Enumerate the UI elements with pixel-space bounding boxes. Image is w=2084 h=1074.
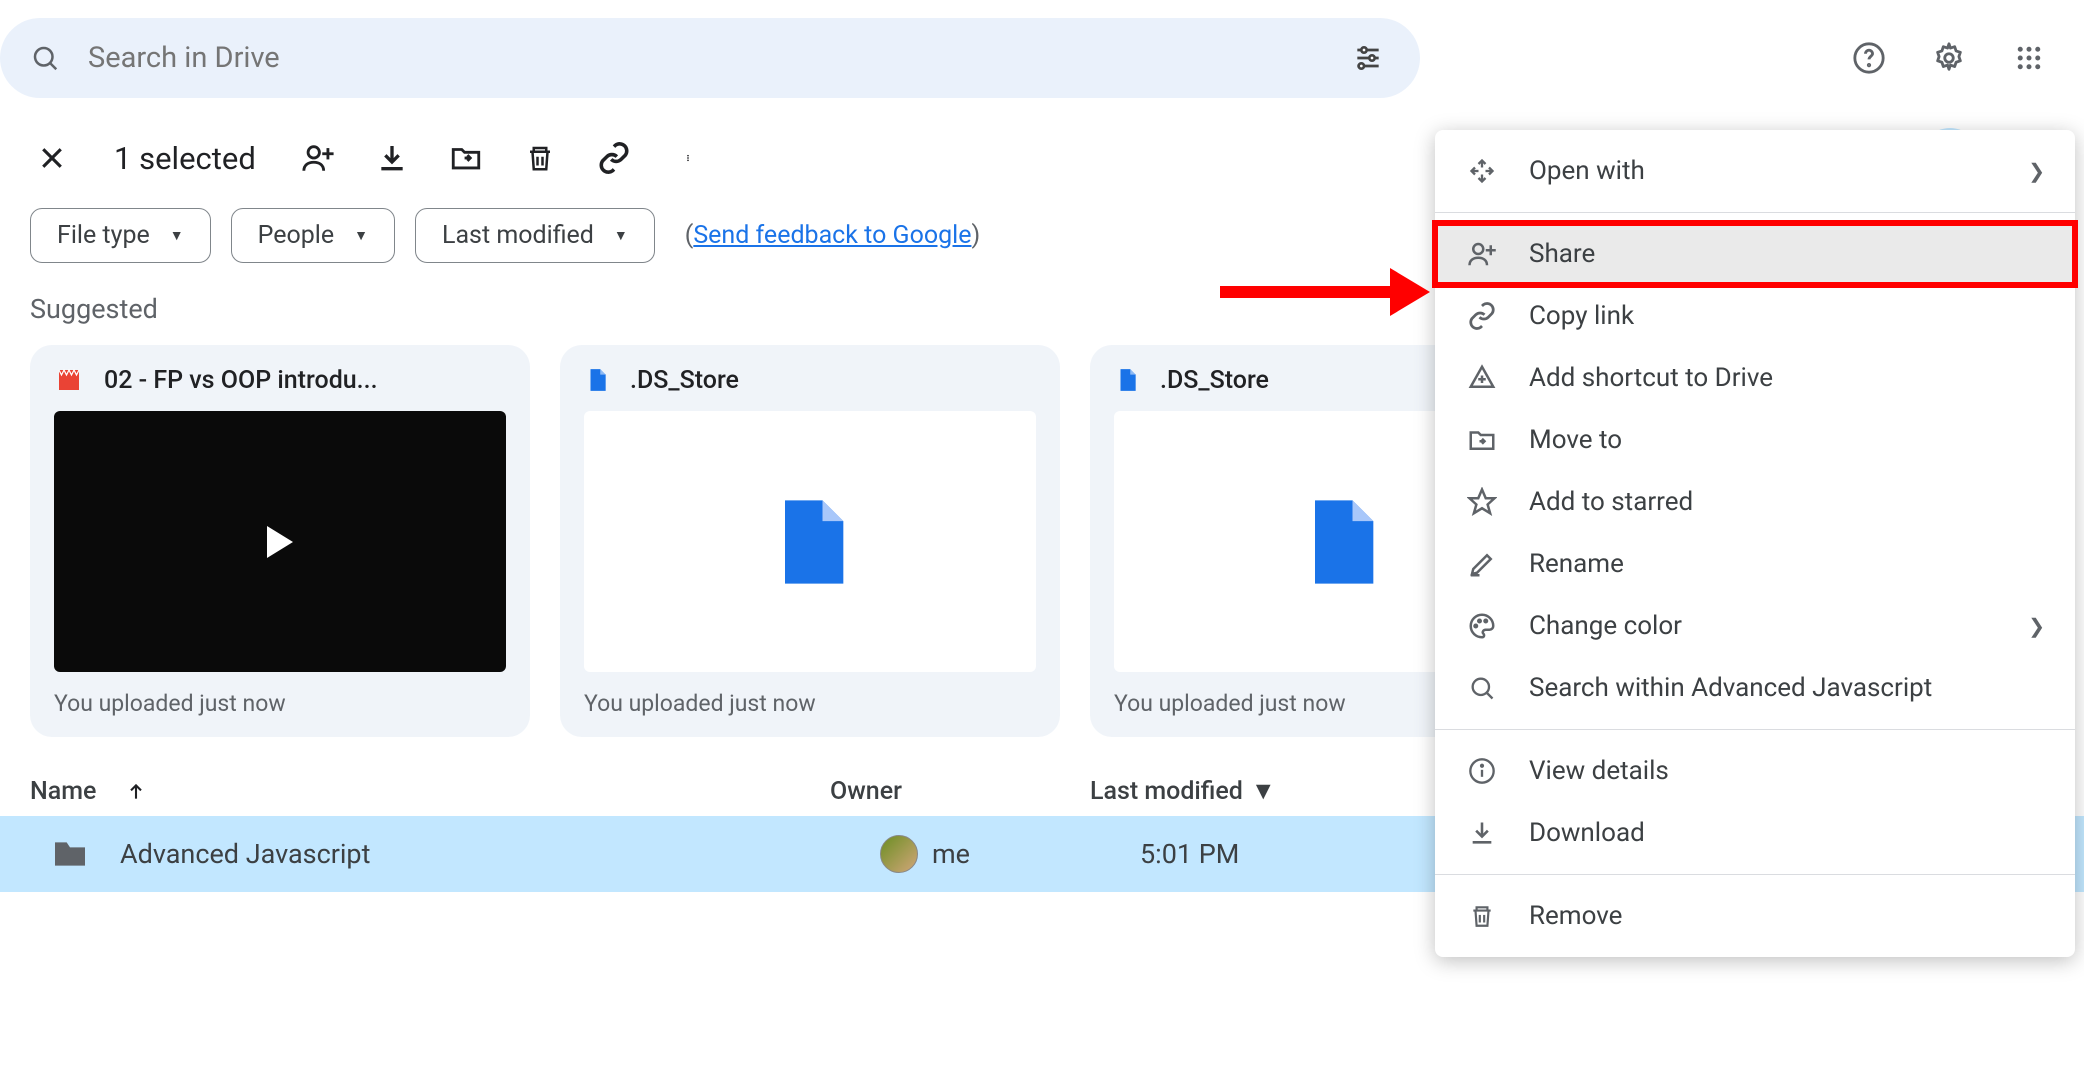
menu-label: View details [1529,756,1669,786]
menu-open-with[interactable]: Open with ❯ [1435,140,2075,202]
col-name-label: Name [30,777,96,806]
more-button[interactable] [666,136,710,180]
chip-filetype-label: File type [57,221,150,250]
context-menu: Open with ❯ Share Copy link Add shortcut… [1435,130,2075,957]
menu-label: Remove [1529,901,1622,931]
menu-label: Search within Advanced Javascript [1529,673,1932,703]
rename-icon [1465,549,1499,579]
link-button[interactable] [592,136,636,180]
suggested-card[interactable]: 02 - FP vs OOP introdu... You uploaded j… [30,345,530,737]
chip-modified[interactable]: Last modified ▼ [415,208,655,263]
chip-people-label: People [258,221,335,250]
folder-icon [50,834,90,874]
search-bar[interactable] [0,18,1420,98]
card-title: 02 - FP vs OOP introdu... [104,366,378,395]
card-subtitle: You uploaded just now [584,672,1036,717]
col-mod-label: Last modified [1090,777,1243,806]
video-icon [54,365,84,395]
play-icon [267,526,293,558]
file-icon [1114,365,1140,395]
search-input[interactable] [88,41,1346,75]
menu-search-within[interactable]: Search within Advanced Javascript [1435,657,2075,719]
menu-label: Add shortcut to Drive [1529,363,1773,393]
top-bar [0,0,2084,98]
menu-label: Rename [1529,549,1624,579]
menu-copy-link[interactable]: Copy link [1435,285,2075,347]
caret-icon: ▼ [614,227,628,244]
menu-label: Download [1529,818,1645,848]
menu-change-color[interactable]: Change color ❯ [1435,595,2075,657]
menu-add-shortcut[interactable]: Add shortcut to Drive [1435,347,2075,409]
share-button[interactable] [296,136,340,180]
move-icon [1465,425,1499,455]
card-preview [54,411,506,672]
card-title-row: .DS_Store [584,365,1036,395]
trash-icon [1465,903,1499,929]
chevron-right-icon: ❯ [2028,159,2045,183]
menu-share[interactable]: Share [1435,223,2075,285]
menu-rename[interactable]: Rename [1435,533,2075,595]
caret-icon: ▼ [1251,777,1276,806]
chevron-right-icon: ❯ [2028,614,2045,638]
col-owner[interactable]: Owner [830,777,1090,806]
help-icon[interactable] [1844,33,1894,83]
file-icon [584,365,610,395]
download-button[interactable] [370,136,414,180]
chip-people[interactable]: People ▼ [231,208,395,263]
menu-label: Copy link [1529,301,1634,331]
row-name: Advanced Javascript [120,838,880,870]
info-icon [1465,757,1499,785]
menu-label: Add to starred [1529,487,1693,517]
col-name[interactable]: Name [30,777,830,806]
settings-icon[interactable] [1924,33,1974,83]
avatar [880,835,918,873]
feedback-text: (Send feedback to Google) [685,221,980,250]
menu-remove[interactable]: Remove [1435,885,2075,947]
menu-move-to[interactable]: Move to [1435,409,2075,471]
chip-modified-label: Last modified [442,221,594,250]
menu-divider [1435,212,2075,213]
star-icon [1465,487,1499,517]
tune-icon[interactable] [1346,36,1390,80]
menu-add-starred[interactable]: Add to starred [1435,471,2075,533]
card-title: .DS_Store [1160,366,1269,395]
row-owner: me [880,835,1140,873]
annotation-arrow [1220,268,1430,316]
card-subtitle: You uploaded just now [54,672,506,717]
menu-label: Share [1529,239,1595,269]
open-with-icon [1465,157,1499,185]
menu-divider [1435,729,2075,730]
caret-icon: ▼ [354,227,368,244]
move-button[interactable] [444,136,488,180]
apps-icon[interactable] [2004,33,2054,83]
card-title-row: 02 - FP vs OOP introdu... [54,365,506,395]
delete-button[interactable] [518,136,562,180]
palette-icon [1465,611,1499,641]
row-modified: 5:01 PM [1140,838,1239,870]
menu-label: Change color [1529,611,1682,641]
caret-icon: ▼ [170,227,184,244]
card-preview [584,411,1036,672]
share-icon [1465,239,1499,269]
shortcut-icon [1465,363,1499,393]
sort-up-icon [126,782,146,802]
search-icon [30,43,60,73]
clear-selection-button[interactable] [30,136,74,180]
search-icon [1465,674,1499,702]
suggested-card[interactable]: .DS_Store You uploaded just now [560,345,1060,737]
menu-label: Open with [1529,156,1645,186]
menu-download[interactable]: Download [1435,802,2075,864]
chip-filetype[interactable]: File type ▼ [30,208,211,263]
link-icon [1465,301,1499,331]
menu-label: Move to [1529,425,1622,455]
card-title: .DS_Store [630,366,739,395]
selection-count: 1 selected [114,140,256,177]
feedback-link[interactable]: Send feedback to Google [693,221,971,250]
menu-view-details[interactable]: View details [1435,740,2075,802]
top-right-icons [1844,33,2054,83]
menu-divider [1435,874,2075,875]
download-icon [1465,819,1499,847]
col-modified[interactable]: Last modified ▼ [1090,777,1276,806]
